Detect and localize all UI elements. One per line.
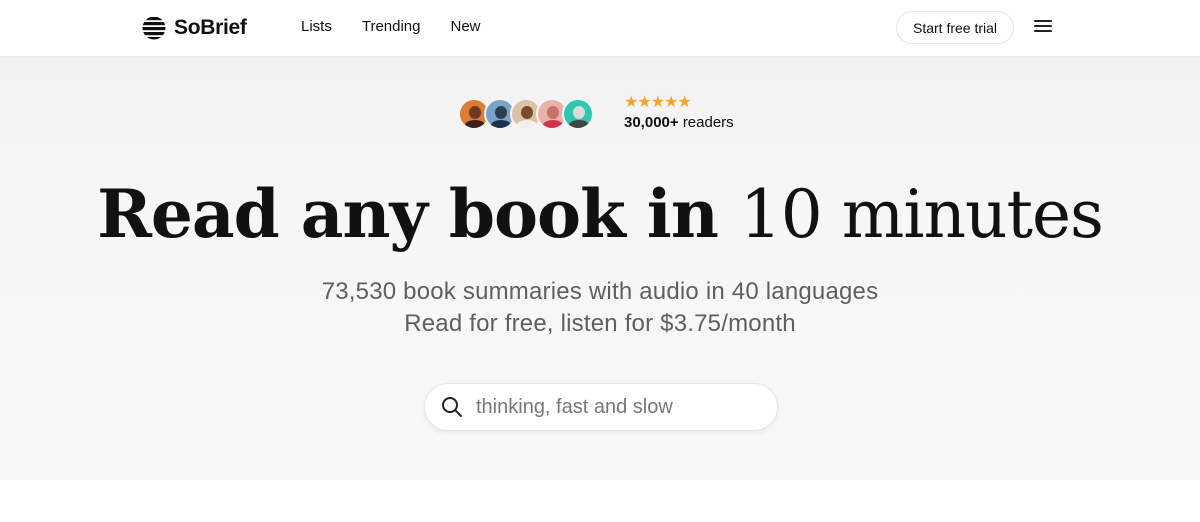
brand-logo[interactable]: SoBrief <box>142 14 247 42</box>
sobrief-logo-icon <box>142 17 166 40</box>
readers-label: readers <box>682 114 734 131</box>
five-star-rating-icon: ★★★★★ <box>624 94 692 111</box>
readers-count: 30,000+ <box>624 114 679 131</box>
top-navigation-bar: SoBrief Lists Trending New Start free tr… <box>0 0 1200 57</box>
hero-subline-pricing: Read for free, listen for $3.75/month <box>404 310 796 337</box>
readers-count-text: 30,000+ readers <box>624 114 734 131</box>
reader-avatars <box>458 98 594 130</box>
book-search-box[interactable] <box>424 383 778 431</box>
hero-subline-summaries: 73,530 book summaries with audio in 40 l… <box>321 278 879 305</box>
reader-rating: ★★★★★ 30,000+ readers <box>624 94 734 132</box>
nav-item-lists[interactable]: Lists <box>301 18 332 35</box>
hero-headline: Read any book in 10 minutes <box>0 172 1200 257</box>
main-nav: Lists Trending New <box>301 18 511 35</box>
start-free-trial-button[interactable]: Start free trial <box>896 11 1014 44</box>
headline-highlight: 10 minutes <box>739 173 1104 257</box>
hamburger-menu-icon[interactable] <box>1034 17 1056 39</box>
search-input[interactable] <box>474 394 758 420</box>
headline-bold: Read any book in <box>97 175 719 253</box>
nav-item-new[interactable]: New <box>451 18 481 35</box>
avatar <box>562 98 594 130</box>
brand-name: SoBrief <box>174 16 247 39</box>
search-icon <box>442 397 462 417</box>
nav-item-trending[interactable]: Trending <box>362 18 421 35</box>
